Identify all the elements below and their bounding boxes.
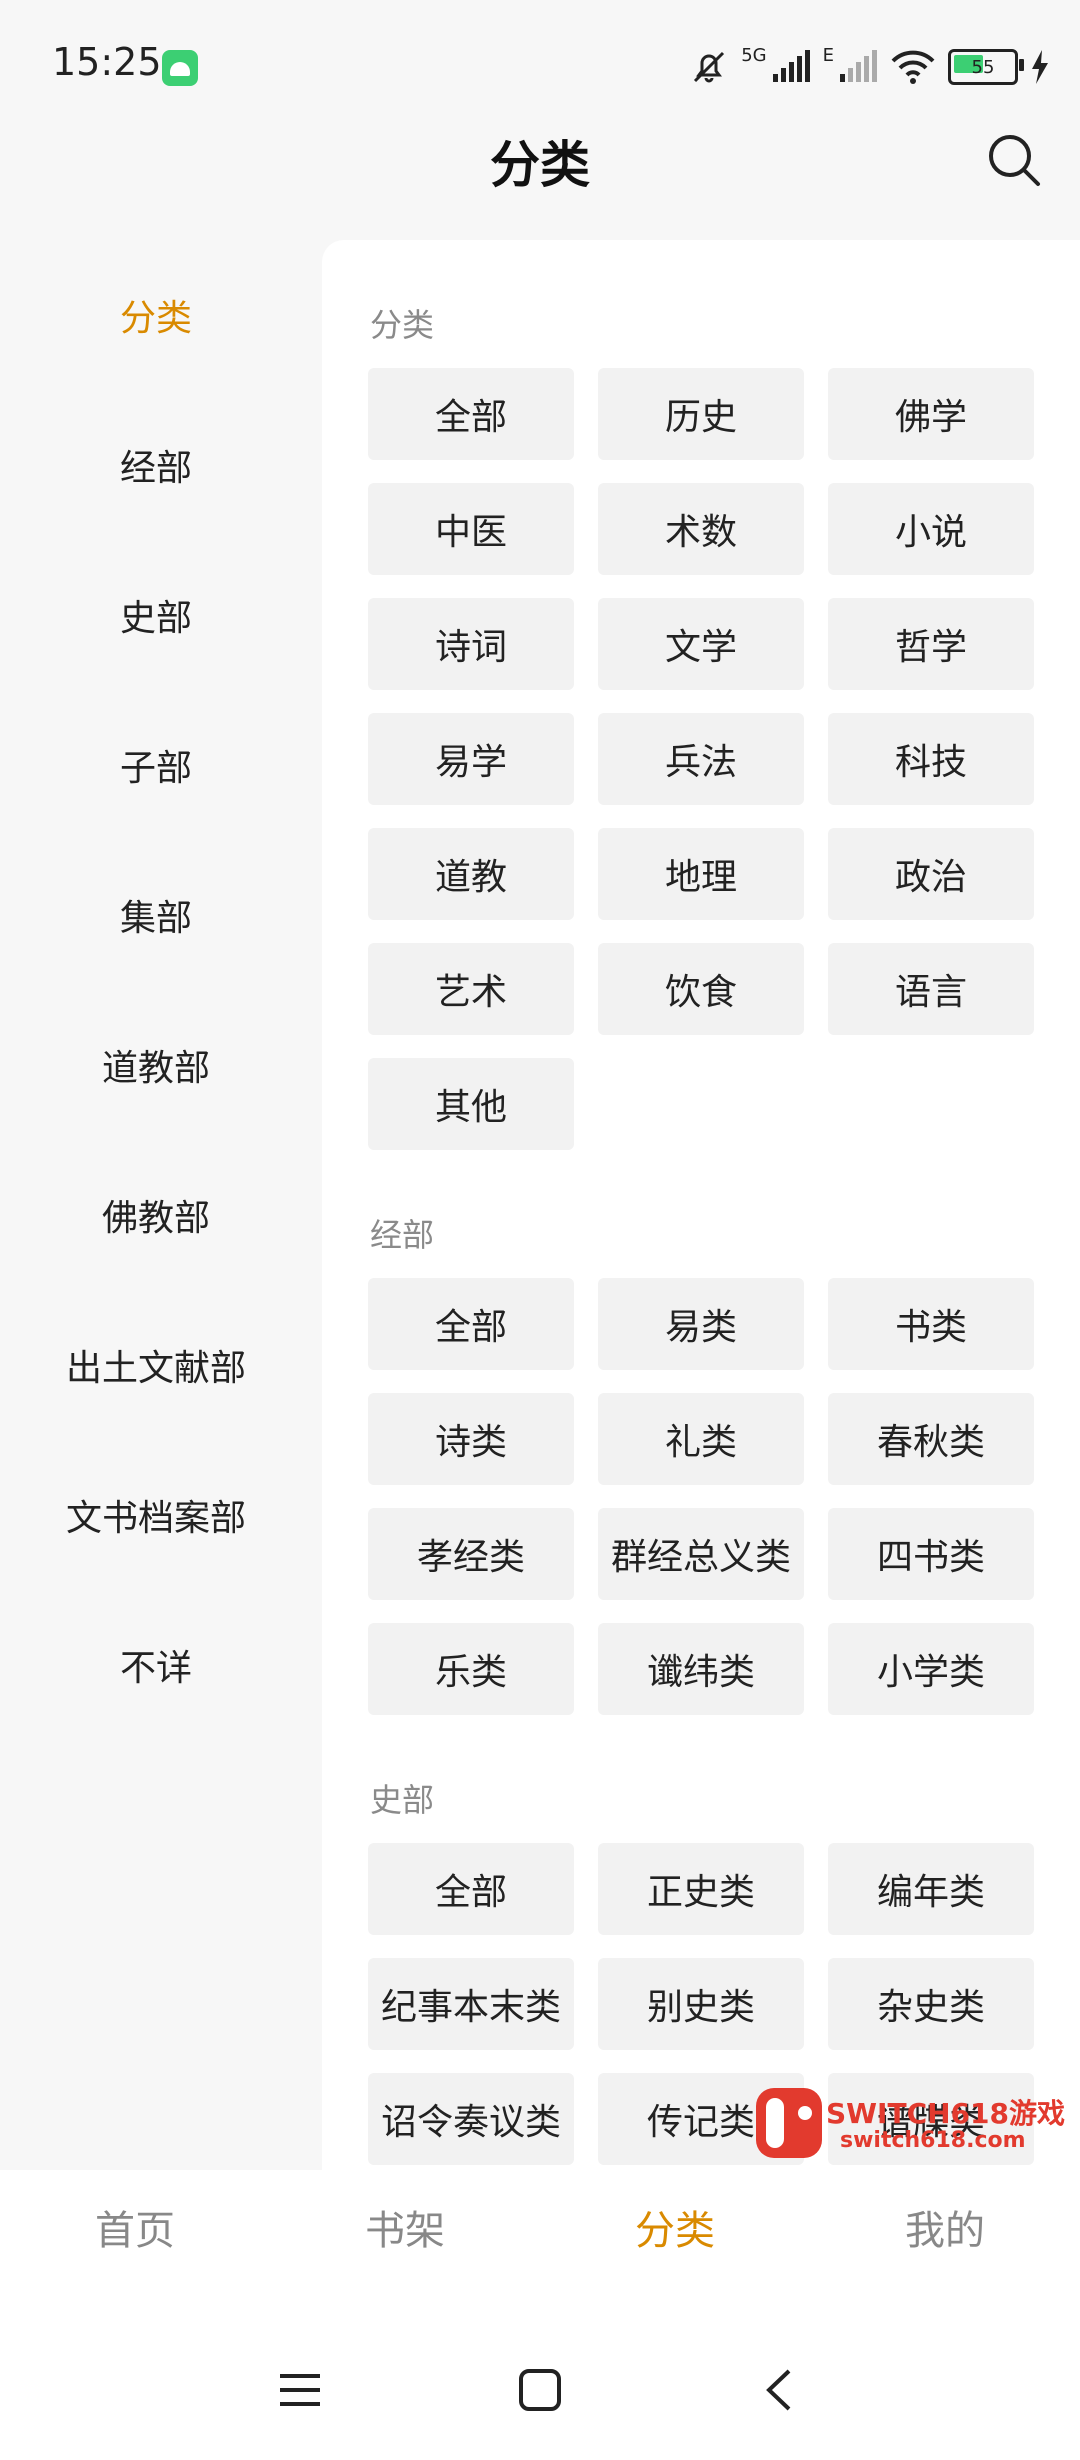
- category-chip[interactable]: 中医: [368, 483, 574, 575]
- watermark-text: SWITCH618游戏: [826, 2097, 1065, 2130]
- section-title: 分类: [370, 306, 435, 344]
- signal-strength-icon: [772, 50, 810, 82]
- watermark: SWITCH618游戏 switch618.com: [756, 2088, 1068, 2160]
- category-chip[interactable]: 小说: [828, 483, 1034, 575]
- menu-button[interactable]: [260, 2350, 340, 2430]
- bottom-nav: 首页 书架 分类 我的: [0, 2170, 1080, 2320]
- sidebar-item[interactable]: 出土文献部: [0, 1290, 312, 1440]
- category-chip[interactable]: 全部: [368, 368, 574, 460]
- category-chip[interactable]: 谶纬类: [598, 1623, 804, 1715]
- home-square-icon: [519, 2369, 561, 2411]
- category-chip[interactable]: 正史类: [598, 1843, 804, 1935]
- category-chip[interactable]: 易学: [368, 713, 574, 805]
- category-chip[interactable]: 兵法: [598, 713, 804, 805]
- search-button[interactable]: [982, 128, 1046, 192]
- sidebar-item[interactable]: 子部: [0, 690, 312, 840]
- sidebar-item[interactable]: 道教部: [0, 990, 312, 1140]
- category-chip[interactable]: 术数: [598, 483, 804, 575]
- sidebar-item[interactable]: 分类: [0, 240, 312, 390]
- bottom-nav-item[interactable]: 首页: [0, 2198, 270, 2256]
- category-chip[interactable]: 文学: [598, 598, 804, 690]
- bottom-nav-item[interactable]: 分类: [540, 2198, 810, 2256]
- android-app-icon: [162, 50, 198, 86]
- category-chip[interactable]: 佛学: [828, 368, 1034, 460]
- category-chip[interactable]: 艺术: [368, 943, 574, 1035]
- bottom-nav-item[interactable]: 我的: [810, 2198, 1080, 2256]
- category-chip[interactable]: 全部: [368, 1843, 574, 1935]
- category-chip[interactable]: 四书类: [828, 1508, 1034, 1600]
- sidebar-item[interactable]: 经部: [0, 390, 312, 540]
- sidebar-item[interactable]: 佛教部: [0, 1140, 312, 1290]
- category-chip[interactable]: 诗类: [368, 1393, 574, 1485]
- signal-strength-icon-2: [840, 50, 877, 82]
- wifi-icon: [891, 50, 935, 84]
- mute-bell-icon: [694, 51, 725, 83]
- sidebar-item[interactable]: 文书档案部: [0, 1440, 312, 1590]
- category-chip[interactable]: 全部: [368, 1278, 574, 1370]
- battery-level-text: 55: [971, 56, 995, 78]
- search-icon: [989, 135, 1040, 186]
- category-chip[interactable]: 其他: [368, 1058, 574, 1150]
- category-chip[interactable]: 群经总义类: [598, 1508, 804, 1600]
- section-title: 史部: [370, 1781, 435, 1819]
- category-chip[interactable]: 诏令奏议类: [368, 2073, 574, 2165]
- category-chip[interactable]: 礼类: [598, 1393, 804, 1485]
- category-chip[interactable]: 杂史类: [828, 1958, 1034, 2050]
- category-chip[interactable]: 政治: [828, 828, 1034, 920]
- sidebar-item[interactable]: 不详: [0, 1590, 312, 1740]
- system-nav: [0, 2320, 1080, 2460]
- category-chip[interactable]: 历史: [598, 368, 804, 460]
- watermark-logo-icon: [756, 2088, 822, 2158]
- charging-icon: [1032, 50, 1048, 84]
- category-chip[interactable]: 道教: [368, 828, 574, 920]
- page-title: 分类: [490, 136, 590, 194]
- section-title: 经部: [370, 1216, 435, 1254]
- sidebar: 分类 经部 史部 子部 集部 道教部 佛教部 出土文献部 文书档案部 不详: [0, 240, 312, 2170]
- category-chip[interactable]: 易类: [598, 1278, 804, 1370]
- sidebar-item[interactable]: 史部: [0, 540, 312, 690]
- category-content: 分类 全部 历史 佛学 中医 术数 小说 诗词 文学 哲学 易学 兵法 科技 道教 地理 政治 艺术 饮食 语言 其他…: [322, 240, 1080, 2170]
- category-chip[interactable]: 地理: [598, 828, 804, 920]
- network-type-label: 5G: [741, 44, 767, 66]
- back-chevron-icon: [766, 2369, 791, 2411]
- category-chip[interactable]: 纪事本末类: [368, 1958, 574, 2050]
- status-icons: 5G E 55: [689, 44, 1050, 88]
- category-chip[interactable]: 饮食: [598, 943, 804, 1035]
- watermark-subtext: switch618.com: [840, 2128, 1026, 2153]
- category-chip[interactable]: 别史类: [598, 1958, 804, 2050]
- battery-icon: 55: [948, 49, 1024, 85]
- category-chip[interactable]: 孝经类: [368, 1508, 574, 1600]
- category-chip[interactable]: 语言: [828, 943, 1034, 1035]
- category-chip[interactable]: 编年类: [828, 1843, 1034, 1935]
- sidebar-item[interactable]: 集部: [0, 840, 312, 990]
- home-button[interactable]: [500, 2350, 580, 2430]
- status-bar: 15:25 5G E 55: [0, 0, 1080, 130]
- category-chip[interactable]: 书类: [828, 1278, 1034, 1370]
- category-chip[interactable]: 乐类: [368, 1623, 574, 1715]
- menu-icon: [280, 2374, 320, 2406]
- status-time: 15:25: [52, 40, 162, 84]
- category-chip[interactable]: 科技: [828, 713, 1034, 805]
- category-chip[interactable]: 哲学: [828, 598, 1034, 690]
- category-chip[interactable]: 小学类: [828, 1623, 1034, 1715]
- category-chip[interactable]: 春秋类: [828, 1393, 1034, 1485]
- network-type-label-2: E: [822, 44, 834, 66]
- back-button[interactable]: [738, 2350, 818, 2430]
- bottom-nav-item[interactable]: 书架: [270, 2198, 540, 2256]
- category-chip[interactable]: 诗词: [368, 598, 574, 690]
